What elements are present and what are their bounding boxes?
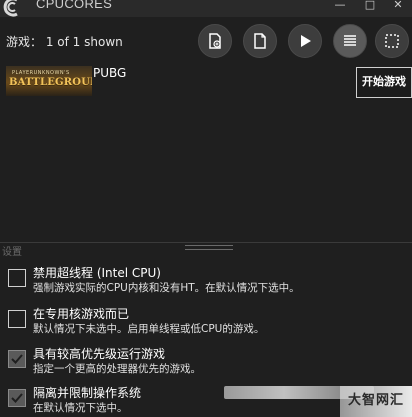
games-label: 游戏：: [6, 35, 43, 49]
disable-hyperthreading-checkbox[interactable]: [8, 269, 26, 287]
start-game-button[interactable]: 开始游戏: [356, 67, 412, 98]
watermark: 大智网汇: [340, 386, 412, 417]
setting-description: 在默认情况下选中。: [33, 402, 128, 414]
games-count: 游戏： 1 of 1 shown: [6, 33, 123, 50]
setting-disable-hyperthreading: 禁用超线程 (Intel CPU) 强制游戏实际的CPU内核和没有HT。在默认情…: [8, 264, 368, 298]
open-file-button[interactable]: [243, 24, 277, 58]
play-icon: [301, 35, 311, 47]
setting-description: 默认情况下未选中。启用单线程或低CPU的游戏。: [33, 323, 265, 335]
setting-title: 在专用核游戏而已: [33, 307, 130, 321]
splitter-grip[interactable]: [185, 245, 233, 250]
app-logo-icon: [3, 0, 18, 17]
setting-title: 具有较高优先级运行游戏: [33, 347, 166, 361]
isolate-os-checkbox[interactable]: [8, 389, 26, 407]
checkmark-icon: [11, 393, 23, 403]
game-list-item[interactable]: PLAYERUNKNOWN'S BATTLEGROUNDS PUBG: [4, 64, 284, 98]
add-game-button[interactable]: [198, 24, 232, 58]
setting-high-priority: 具有较高优先级运行游戏 指定一个更高的处理器优先的游戏。: [8, 345, 368, 379]
select-icon: [385, 34, 399, 48]
checkmark-icon: [11, 354, 23, 364]
thumbnail-subtitle: PLAYERUNKNOWN'S: [12, 70, 70, 76]
select-button[interactable]: [375, 24, 409, 58]
setting-title: 隔离并限制操作系统: [33, 386, 142, 400]
game-name: PUBG: [93, 66, 127, 80]
app-title: CPUCORES: [36, 0, 113, 11]
setting-dedicated-core: 在专用核游戏而已 默认情况下未选中。启用单线程或低CPU的游戏。: [8, 305, 368, 339]
title-bar: CPUCORES — □ ✕: [0, 0, 412, 17]
close-button[interactable]: ✕: [383, 0, 412, 14]
high-priority-checkbox[interactable]: [8, 350, 26, 368]
maximize-button[interactable]: □: [355, 0, 385, 14]
play-button[interactable]: [288, 24, 322, 58]
minimize-button[interactable]: —: [325, 0, 355, 14]
setting-title: 禁用超线程 (Intel CPU): [33, 266, 161, 280]
add-file-icon: [209, 33, 221, 49]
panel-splitter[interactable]: [0, 242, 412, 254]
dedicated-core-checkbox[interactable]: [8, 310, 26, 328]
list-icon: [344, 35, 356, 46]
game-thumbnail: PLAYERUNKNOWN'S BATTLEGROUNDS: [6, 66, 92, 96]
file-icon: [254, 33, 266, 49]
settings-label: 设置: [2, 247, 22, 258]
setting-description: 指定一个更高的处理器优先的游戏。: [33, 363, 201, 375]
games-count-value: 1 of 1 shown: [45, 35, 123, 49]
thumbnail-title: BATTLEGROUNDS: [9, 77, 92, 88]
list-view-button[interactable]: [333, 24, 367, 58]
setting-description: 强制游戏实际的CPU内核和没有HT。在默认情况下选中。: [33, 282, 300, 294]
